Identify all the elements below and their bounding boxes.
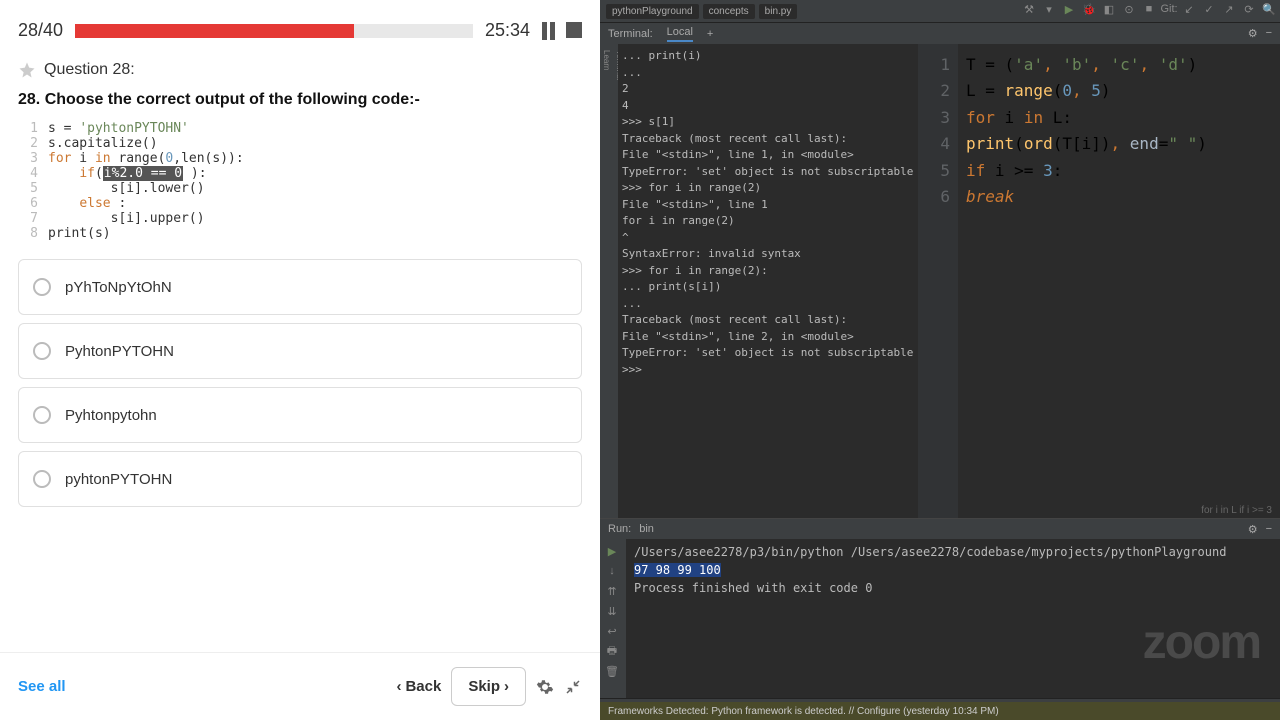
collapse-icon[interactable] (564, 678, 582, 696)
stop-run-icon[interactable]: ■ (1142, 2, 1156, 16)
stop2-icon[interactable]: ↓ (604, 563, 620, 579)
git-commit-icon[interactable]: ✓ (1202, 2, 1216, 16)
progress-row: 28/40 25:34 (0, 0, 600, 61)
option-text: pYhToNpYtOhN (65, 279, 172, 296)
run-tab[interactable]: bin (639, 523, 654, 535)
radio-icon[interactable] (33, 470, 51, 488)
quiz-pane: 28/40 25:34 Question 28: 28. Choose the … (0, 0, 600, 720)
ide-toolbar: ⚒ ▾ ▶ 🐞 ◧ ⊙ ■ Git: ↙ ✓ ↗ ⟳ 🔍 (1022, 2, 1276, 16)
terminal-hide-icon[interactable]: − (1266, 27, 1272, 40)
gear-icon[interactable] (536, 678, 554, 696)
code-line: 6 else : (18, 196, 582, 211)
option-text: pyhtonPYTOHN (65, 471, 172, 488)
code-line: 4 if(i%2.0 == 0 ): (18, 166, 582, 181)
ide-breadcrumb: pythonPlayground concepts bin.py ⚒ ▾ ▶ 🐞 ◧… (600, 0, 1280, 22)
debug-icon[interactable]: 🐞 (1082, 2, 1096, 16)
terminal-output[interactable]: ... print(i)...24>>> s[1]Traceback (most… (618, 44, 918, 518)
radio-icon[interactable] (33, 342, 51, 360)
editor[interactable]: 123456 T = ('a', 'b', 'c', 'd')L = range… (918, 44, 1280, 518)
star-icon[interactable] (18, 61, 36, 79)
ide-pane: pythonPlayground concepts bin.py ⚒ ▾ ▶ 🐞 ◧… (600, 0, 1280, 720)
skip-button[interactable]: Skip › (451, 667, 526, 706)
run-label: Run: (608, 523, 631, 535)
add-terminal-icon[interactable]: + (707, 28, 713, 40)
option-text: Pyhtonpytohn (65, 407, 157, 424)
option-1[interactable]: PyhtonPYTOHN (18, 323, 582, 379)
run-exit: Process finished with exit code 0 (634, 579, 1272, 597)
play-icon[interactable]: ▶ (1062, 2, 1076, 16)
question-text: 28. Choose the correct output of the fol… (0, 79, 600, 121)
code-line: 8print(s) (18, 226, 582, 241)
git-history-icon[interactable]: ⟳ (1242, 2, 1256, 16)
option-text: PyhtonPYTOHN (65, 343, 174, 360)
editor-gutter: 123456 (918, 44, 958, 518)
radio-icon[interactable] (33, 406, 51, 424)
git-push-icon[interactable]: ↗ (1222, 2, 1236, 16)
crumb[interactable]: pythonPlayground (606, 4, 699, 19)
git-pull-icon[interactable]: ↙ (1182, 2, 1196, 16)
code-line: 5 s[i].lower() (18, 181, 582, 196)
option-0[interactable]: pYhToNpYtOhN (18, 259, 582, 315)
run-numbers: 97 98 99 100 (634, 563, 721, 577)
crumb[interactable]: concepts (703, 4, 755, 19)
hammer-icon[interactable]: ⚒ (1022, 2, 1036, 16)
terminal-label: Terminal: (608, 28, 653, 40)
git-label: Git: (1162, 2, 1176, 16)
rerun-icon[interactable]: ▶ (604, 543, 620, 559)
run-hide-icon[interactable]: − (1266, 523, 1272, 535)
zoom-logo: zoom (1143, 615, 1260, 670)
radio-icon[interactable] (33, 278, 51, 296)
profile-icon[interactable]: ⊙ (1122, 2, 1136, 16)
editor-code[interactable]: T = ('a', 'b', 'c', 'd')L = range(0, 5)f… (958, 44, 1280, 518)
run-cmd: /Users/asee2278/p3/bin/python /Users/ase… (634, 543, 1272, 561)
ide-left-gutter: Learn Terminal Structure Favorites (600, 44, 618, 518)
skip-label: Skip (468, 678, 500, 695)
coverage-icon[interactable]: ◧ (1102, 2, 1116, 16)
code-line: 3for i in range(0,len(s)): (18, 151, 582, 166)
search-icon[interactable]: 🔍 (1262, 2, 1276, 16)
trash-icon[interactable]: 🗑 (604, 663, 620, 679)
progress-count: 28/40 (18, 20, 63, 41)
run-settings-icon[interactable]: ⚙ (1248, 523, 1258, 536)
down-icon[interactable]: ⇊ (604, 603, 620, 619)
code-block: 1s = 'pyhtonPYTOHN'2s.capitalize()3for i… (0, 121, 600, 251)
pause-icon[interactable] (542, 22, 560, 40)
terminal-header: Terminal: Local + ⚙ − (600, 22, 1280, 44)
option-2[interactable]: Pyhtonpytohn (18, 387, 582, 443)
run-gutter: ▶ ↓ ⇈ ⇊ ↩ 🖶 🗑 (600, 539, 626, 698)
timer: 25:34 (485, 20, 530, 41)
up-icon[interactable]: ⇈ (604, 583, 620, 599)
code-line: 1s = 'pyhtonPYTOHN' (18, 121, 582, 136)
terminal-settings-icon[interactable]: ⚙ (1248, 27, 1258, 40)
print-icon[interactable]: 🖶 (604, 643, 620, 659)
see-all-link[interactable]: See all (18, 678, 66, 695)
bottom-bar: See all ‹ Back Skip › (0, 652, 600, 720)
wrap-icon[interactable]: ↩ (604, 623, 620, 639)
progress-bar (75, 24, 473, 38)
question-label: Question 28: (44, 61, 135, 79)
framework-notification[interactable]: Frameworks Detected: Python framework is… (600, 702, 1280, 720)
stop-icon[interactable] (566, 22, 582, 38)
option-3[interactable]: pyhtonPYTOHN (18, 451, 582, 507)
progress-fill (75, 24, 354, 38)
back-label: Back (405, 678, 441, 695)
run-panel: Run: bin ⚙ − ▶ ↓ ⇈ ⇊ ↩ 🖶 🗑 /Users/asee22… (600, 518, 1280, 698)
code-line: 7 s[i].upper() (18, 211, 582, 226)
editor-breadcrumb: for i in L if i >= 3 (1201, 505, 1272, 516)
back-button[interactable]: ‹ Back (396, 678, 441, 695)
learn-tool[interactable]: Learn (600, 44, 613, 518)
crumb[interactable]: bin.py (759, 4, 798, 19)
code-line: 2s.capitalize() (18, 136, 582, 151)
terminal-tab[interactable]: Local (667, 26, 693, 42)
run-config-icon[interactable]: ▾ (1042, 2, 1056, 16)
question-header: Question 28: (0, 61, 600, 79)
